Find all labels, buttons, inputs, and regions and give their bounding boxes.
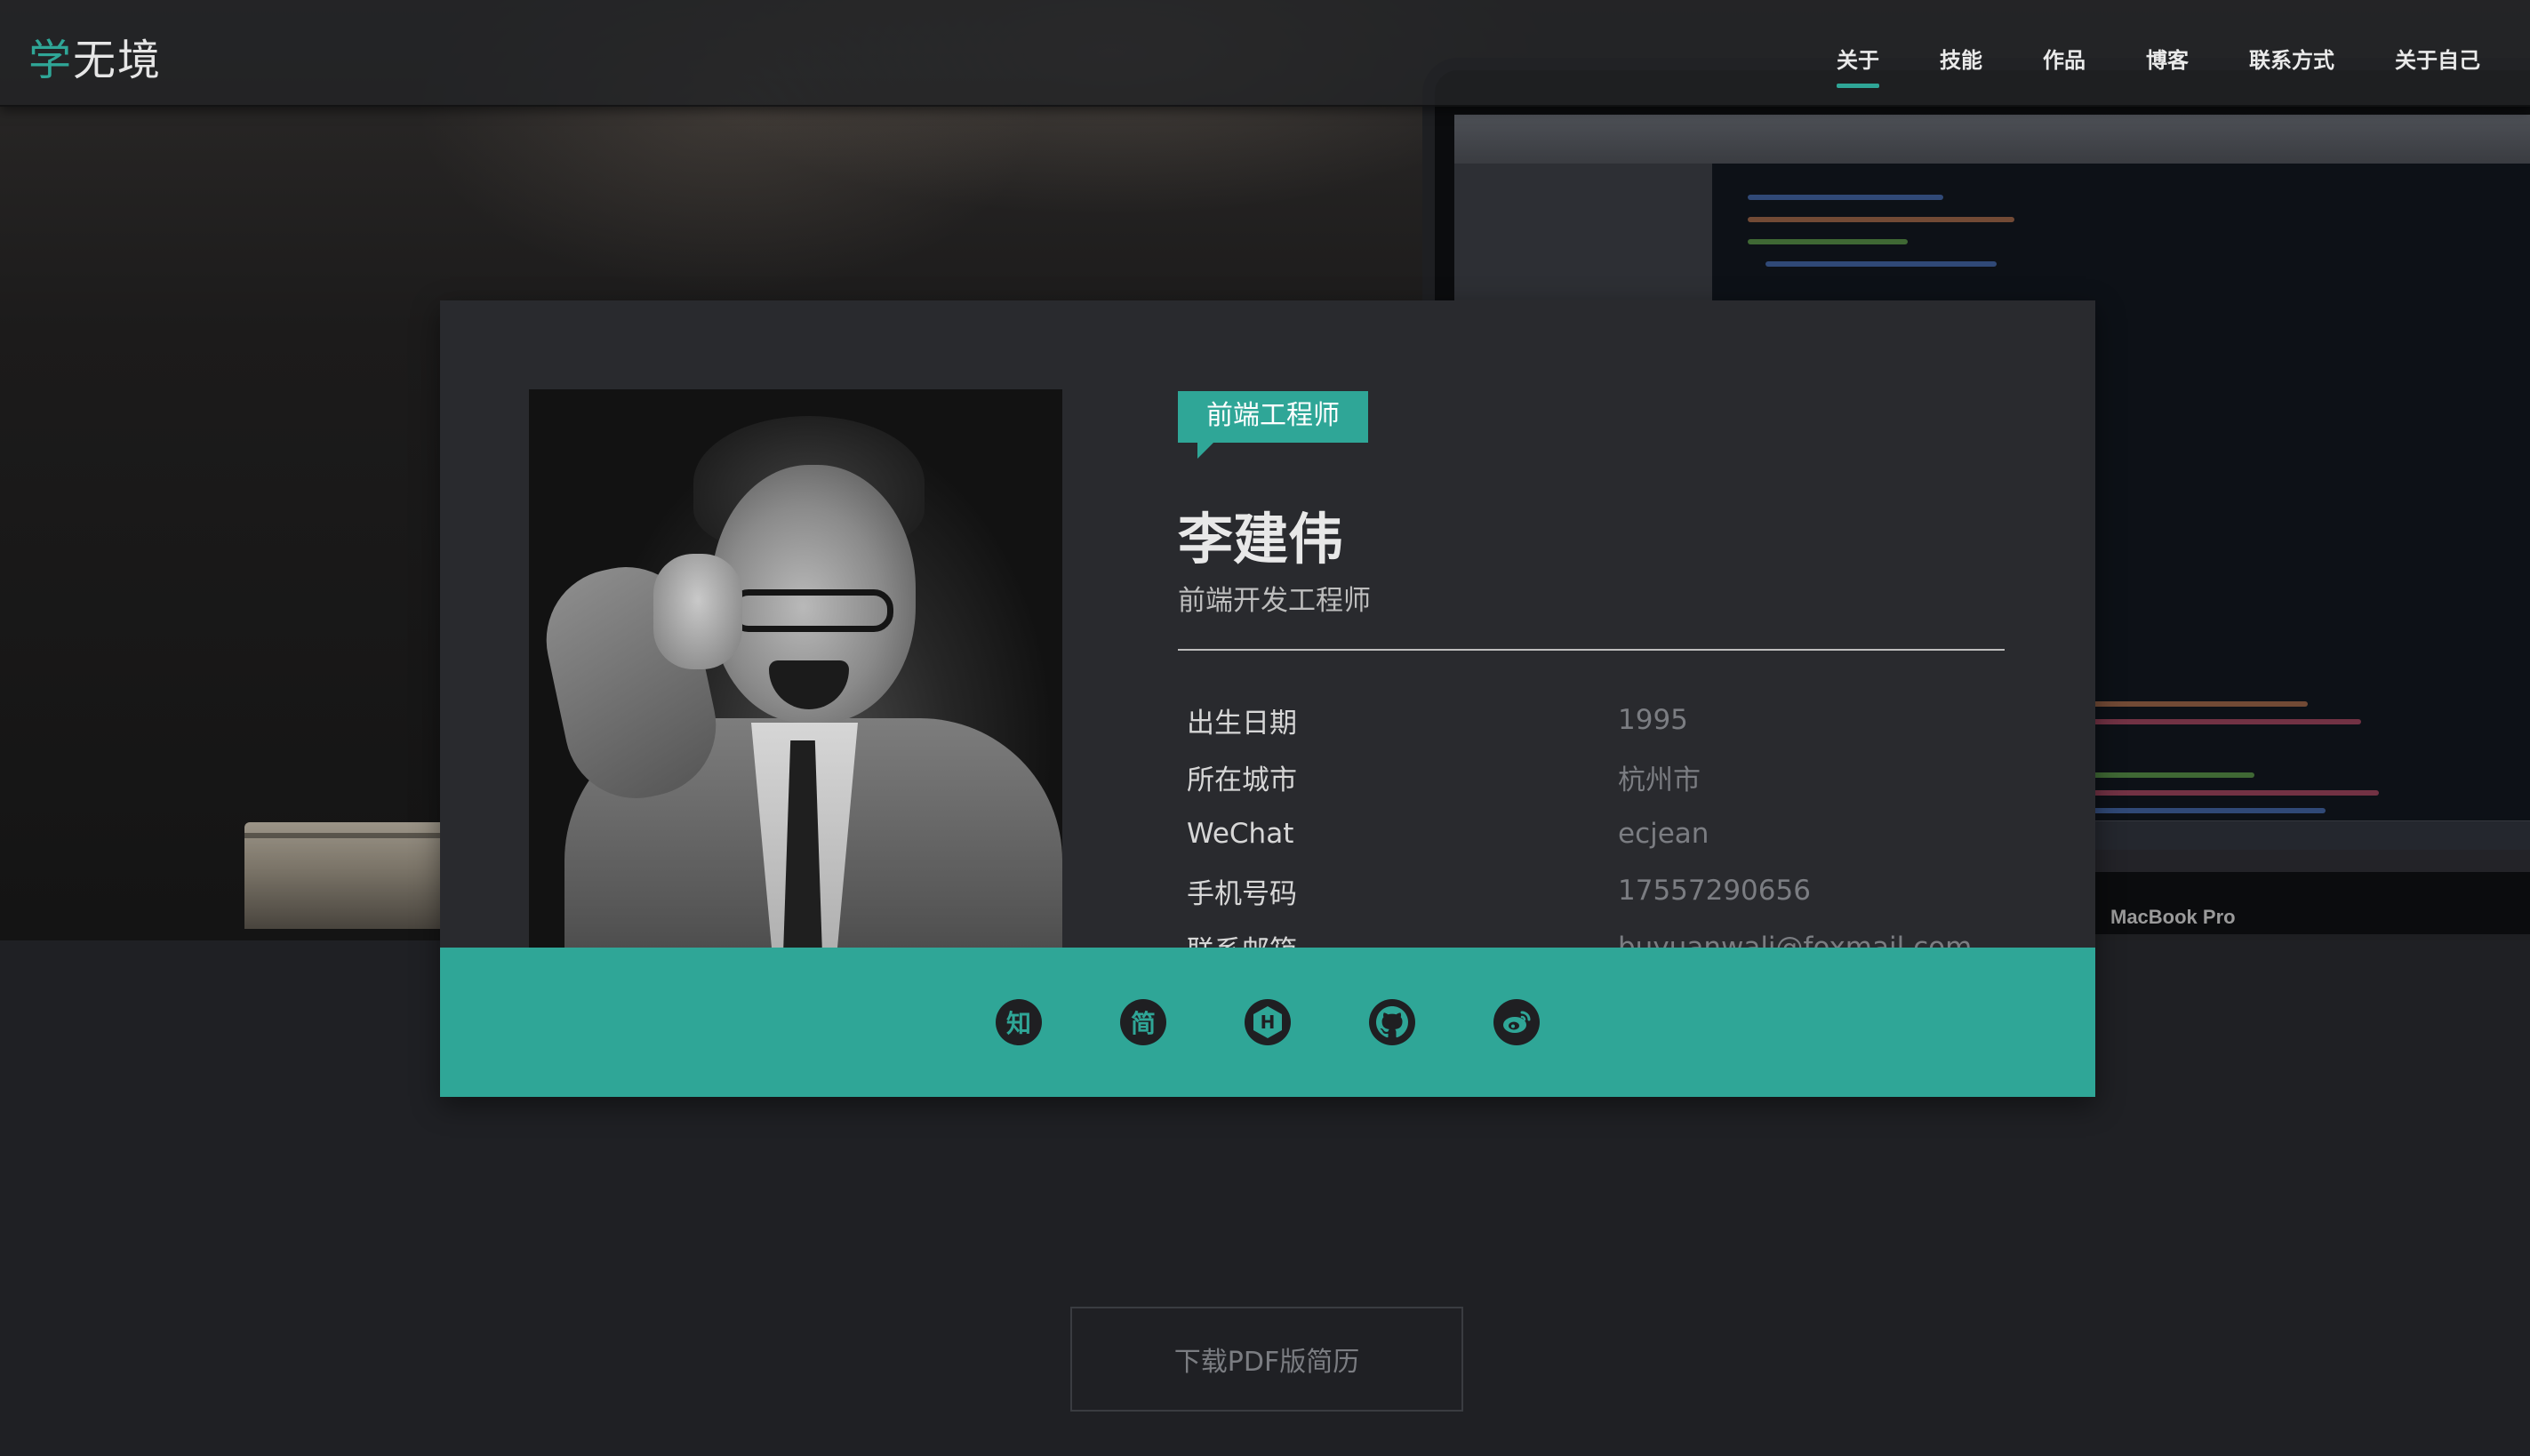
weibo-icon[interactable] — [1493, 999, 1540, 1045]
profile-name: 李建伟 — [1178, 507, 1344, 572]
main-nav: 关于 技能 作品 博客 联系方式 关于自己 — [1776, 43, 2480, 88]
brand-name: 无境 — [73, 36, 163, 85]
top-navbar: 学无境 关于 技能 作品 博客 联系方式 关于自己 — [0, 0, 2530, 107]
nav-item-blog[interactable]: 博客 — [2146, 43, 2189, 74]
info-row-phone: 手机号码 17557290656 — [1187, 862, 2005, 919]
info-value: 1995 — [1618, 704, 1688, 736]
nav-item-contact[interactable]: 联系方式 — [2249, 43, 2334, 74]
hexo-icon[interactable]: H — [1245, 999, 1291, 1045]
social-bar: 知 简 H — [440, 948, 2095, 1097]
info-row-city: 所在城市 杭州市 — [1187, 748, 2005, 805]
brand-logo[interactable]: 学无境 — [28, 25, 162, 87]
nav-item-about[interactable]: 关于 — [1837, 43, 1879, 88]
info-row-birthdate: 出生日期 1995 — [1187, 692, 2005, 748]
profile-photo — [529, 389, 1062, 1006]
info-value: 杭州市 — [1618, 764, 1701, 796]
role-badge: 前端工程师 — [1178, 391, 1368, 459]
info-label: 手机号码 — [1187, 877, 1297, 910]
github-icon[interactable] — [1369, 999, 1415, 1045]
book-image — [244, 822, 467, 929]
nav-item-skills[interactable]: 技能 — [1940, 43, 1982, 74]
jianshu-icon[interactable]: 简 — [1120, 999, 1166, 1045]
info-list: 出生日期 1995 所在城市 杭州市 WeChat ecjean 手机号码 17… — [1187, 692, 2005, 976]
info-label: 出生日期 — [1187, 707, 1297, 740]
laptop-label: MacBook Pro — [2110, 906, 2236, 928]
brand-accent: 学 — [28, 36, 74, 85]
info-row-wechat: WeChat ecjean — [1187, 805, 2005, 862]
info-value: 17557290656 — [1618, 875, 1811, 907]
divider — [1178, 649, 2005, 651]
info-label: 所在城市 — [1187, 764, 1297, 796]
nav-item-about-me[interactable]: 关于自己 — [2395, 43, 2480, 74]
download-pdf-resume-button[interactable]: 下载PDF版简历 — [1070, 1307, 1463, 1412]
nav-item-works[interactable]: 作品 — [2043, 43, 2086, 74]
zhihu-icon[interactable]: 知 — [996, 999, 1042, 1045]
profile-subtitle: 前端开发工程师 — [1178, 585, 1371, 617]
svg-text:H: H — [1261, 1012, 1276, 1033]
info-label: WeChat — [1187, 818, 1294, 850]
info-value: ecjean — [1618, 818, 1709, 850]
profile-card: 前端工程师 李建伟 前端开发工程师 出生日期 1995 所在城市 杭州市 WeC… — [440, 300, 2095, 1097]
